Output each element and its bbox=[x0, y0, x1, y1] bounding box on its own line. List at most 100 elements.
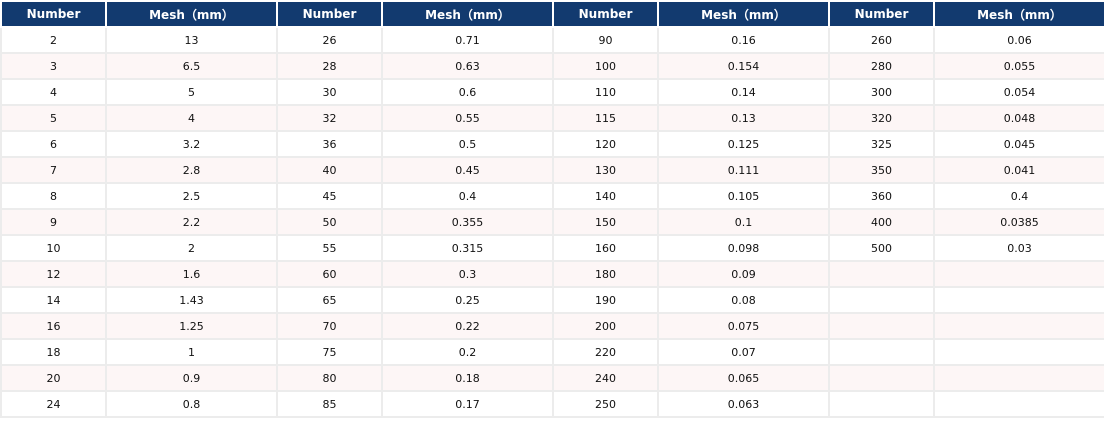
number-cell: 130 bbox=[552, 156, 659, 184]
number-cell: 50 bbox=[276, 208, 383, 236]
mesh-cell bbox=[933, 390, 1104, 418]
number-cell: 3 bbox=[0, 52, 107, 80]
mesh-cell: 0.55 bbox=[381, 104, 554, 132]
mesh-cell: 1.43 bbox=[105, 286, 278, 314]
table-row: 2 13 26 0.71 90 0.16 260 0.06 bbox=[0, 26, 1104, 54]
mesh-cell bbox=[933, 312, 1104, 340]
mesh-cell: 0.055 bbox=[933, 52, 1104, 80]
mesh-cell: 0.063 bbox=[657, 390, 830, 418]
mesh-cell: 0.0385 bbox=[933, 208, 1104, 236]
mesh-cell: 0.041 bbox=[933, 156, 1104, 184]
table-row: 20 0.9 80 0.18 240 0.065 bbox=[0, 364, 1104, 392]
number-cell: 18 bbox=[0, 338, 107, 366]
number-cell: 30 bbox=[276, 78, 383, 106]
number-cell: 90 bbox=[552, 26, 659, 54]
number-cell bbox=[828, 338, 935, 366]
mesh-cell: 4 bbox=[105, 104, 278, 132]
column-header-number: Number bbox=[828, 0, 935, 28]
mesh-cell: 0.355 bbox=[381, 208, 554, 236]
mesh-cell: 0.9 bbox=[105, 364, 278, 392]
table-row: 9 2.2 50 0.355 150 0.1 400 0.0385 bbox=[0, 208, 1104, 236]
number-cell: 36 bbox=[276, 130, 383, 158]
number-cell: 2 bbox=[0, 26, 107, 54]
mesh-cell: 0.18 bbox=[381, 364, 554, 392]
mesh-cell: 0.111 bbox=[657, 156, 830, 184]
number-cell: 85 bbox=[276, 390, 383, 418]
number-cell: 14 bbox=[0, 286, 107, 314]
table-row: 24 0.8 85 0.17 250 0.063 bbox=[0, 390, 1104, 418]
number-cell: 200 bbox=[552, 312, 659, 340]
mesh-cell: 0.06 bbox=[933, 26, 1104, 54]
column-header-number: Number bbox=[276, 0, 383, 28]
table-row: 16 1.25 70 0.22 200 0.075 bbox=[0, 312, 1104, 340]
number-cell bbox=[828, 364, 935, 392]
mesh-cell bbox=[933, 286, 1104, 314]
mesh-cell: 0.14 bbox=[657, 78, 830, 106]
number-cell: 45 bbox=[276, 182, 383, 210]
mesh-cell: 0.13 bbox=[657, 104, 830, 132]
mesh-cell: 0.154 bbox=[657, 52, 830, 80]
number-cell: 120 bbox=[552, 130, 659, 158]
number-cell: 70 bbox=[276, 312, 383, 340]
number-cell bbox=[828, 312, 935, 340]
number-cell: 150 bbox=[552, 208, 659, 236]
mesh-cell: 0.054 bbox=[933, 78, 1104, 106]
mesh-cell bbox=[933, 364, 1104, 392]
table-row: 6 3.2 36 0.5 120 0.125 325 0.045 bbox=[0, 130, 1104, 158]
table-row: 14 1.43 65 0.25 190 0.08 bbox=[0, 286, 1104, 314]
number-cell: 5 bbox=[0, 104, 107, 132]
number-cell: 26 bbox=[276, 26, 383, 54]
column-header-mesh: Mesh（mm） bbox=[381, 0, 554, 28]
mesh-cell: 1.6 bbox=[105, 260, 278, 288]
mesh-cell: 0.07 bbox=[657, 338, 830, 366]
number-cell: 32 bbox=[276, 104, 383, 132]
table-row: 10 2 55 0.315 160 0.098 500 0.03 bbox=[0, 234, 1104, 262]
number-cell: 20 bbox=[0, 364, 107, 392]
number-cell: 140 bbox=[552, 182, 659, 210]
mesh-cell: 0.08 bbox=[657, 286, 830, 314]
mesh-cell: 0.4 bbox=[381, 182, 554, 210]
mesh-cell: 0.098 bbox=[657, 234, 830, 262]
mesh-cell: 0.16 bbox=[657, 26, 830, 54]
header-row: Number Mesh（mm） Number Mesh（mm） Number Mesh（m… bbox=[0, 0, 1104, 28]
number-cell: 10 bbox=[0, 234, 107, 262]
number-cell: 110 bbox=[552, 78, 659, 106]
number-cell: 220 bbox=[552, 338, 659, 366]
number-cell: 115 bbox=[552, 104, 659, 132]
number-cell: 28 bbox=[276, 52, 383, 80]
number-cell: 60 bbox=[276, 260, 383, 288]
number-cell: 55 bbox=[276, 234, 383, 262]
number-cell bbox=[828, 390, 935, 418]
mesh-cell: 0.048 bbox=[933, 104, 1104, 132]
table-row: 18 1 75 0.2 220 0.07 bbox=[0, 338, 1104, 366]
mesh-cell: 0.125 bbox=[657, 130, 830, 158]
mesh-cell: 1.25 bbox=[105, 312, 278, 340]
number-cell: 65 bbox=[276, 286, 383, 314]
mesh-cell bbox=[933, 260, 1104, 288]
table-row: 12 1.6 60 0.3 180 0.09 bbox=[0, 260, 1104, 288]
number-cell: 7 bbox=[0, 156, 107, 184]
number-cell: 75 bbox=[276, 338, 383, 366]
column-header-number: Number bbox=[0, 0, 107, 28]
column-header-mesh: Mesh（mm） bbox=[657, 0, 830, 28]
number-cell: 260 bbox=[828, 26, 935, 54]
number-cell: 12 bbox=[0, 260, 107, 288]
mesh-cell: 0.09 bbox=[657, 260, 830, 288]
number-cell: 400 bbox=[828, 208, 935, 236]
mesh-cell: 3.2 bbox=[105, 130, 278, 158]
number-cell: 325 bbox=[828, 130, 935, 158]
mesh-cell: 0.03 bbox=[933, 234, 1104, 262]
table-row: 4 5 30 0.6 110 0.14 300 0.054 bbox=[0, 78, 1104, 106]
number-cell: 360 bbox=[828, 182, 935, 210]
mesh-cell: 13 bbox=[105, 26, 278, 54]
mesh-cell: 2.8 bbox=[105, 156, 278, 184]
mesh-size-table: Number Mesh（mm） Number Mesh（mm） Number Mesh（m… bbox=[0, 0, 1104, 418]
mesh-cell: 0.6 bbox=[381, 78, 554, 106]
mesh-cell: 0.4 bbox=[933, 182, 1104, 210]
number-cell: 9 bbox=[0, 208, 107, 236]
mesh-cell: 0.17 bbox=[381, 390, 554, 418]
number-cell: 320 bbox=[828, 104, 935, 132]
mesh-cell: 0.315 bbox=[381, 234, 554, 262]
table-body: 2 13 26 0.71 90 0.16 260 0.06 3 6.5 28 0.63 100 0.154… bbox=[0, 26, 1104, 418]
table-row: 3 6.5 28 0.63 100 0.154 280 0.055 bbox=[0, 52, 1104, 80]
